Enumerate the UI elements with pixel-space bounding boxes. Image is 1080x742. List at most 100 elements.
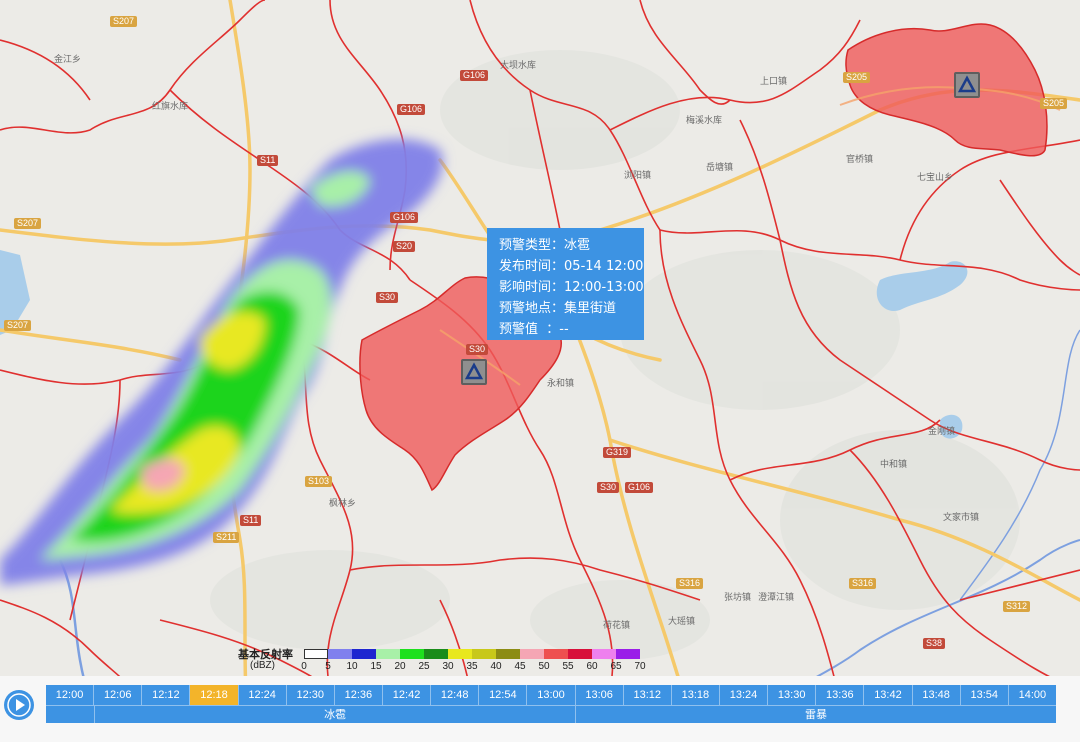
thunder-warning-marker[interactable] (954, 72, 980, 98)
road-label: S205 (843, 72, 871, 83)
legend-tick-label: 30 (442, 661, 454, 672)
legend-swatch (496, 649, 520, 659)
road-label: G106 (460, 70, 489, 81)
legend-tick-label: 50 (538, 661, 550, 672)
road-label: S30 (597, 482, 620, 493)
legend-swatch (424, 649, 448, 659)
road-label: S211 (213, 532, 240, 543)
road-label: G319 (603, 447, 632, 458)
timeline-slot[interactable]: 12:42 (383, 685, 432, 705)
popup-value: -- (559, 322, 569, 337)
timeline-slot[interactable]: 13:06 (576, 685, 624, 705)
place-label: 中和镇 (880, 460, 908, 470)
timeline-slot[interactable]: 12:54 (479, 685, 528, 705)
road-label: S207 (14, 218, 42, 229)
legend-tick-label: 5 (325, 661, 331, 672)
road-label: S30 (466, 344, 489, 355)
road-label: G106 (390, 212, 419, 223)
popup-value: 05-14 12:00 (564, 259, 644, 274)
popup-value: 12:00-13:00 (564, 280, 644, 295)
road-label: S11 (240, 515, 262, 526)
timeline-slot[interactable]: 12:24 (239, 685, 287, 705)
legend-tick-label: 40 (490, 661, 502, 672)
map-canvas[interactable]: S207 G106 G106 S11 S207 G106 S20 S30 S20… (0, 0, 1080, 742)
place-label: 文家市镇 (943, 513, 980, 523)
reflectivity-legend: 基本反射率 (dBZ) 0 5 10 15 20 25 30 35 40 45 50 55 60 65 70 (232, 646, 702, 676)
road-label: S316 (676, 578, 704, 589)
timeline-slot[interactable]: 12:06 (94, 685, 143, 705)
timeline-warning-type: 雷暴 (575, 706, 1056, 723)
legend-tick-label: 20 (394, 661, 406, 672)
warning-info-popup: 预警类型：冰雹 发布时间：05-14 12:00 影响时间：12:00-13:0… (487, 228, 644, 340)
hail-warning-marker[interactable] (461, 359, 487, 385)
popup-row-location: 预警地点：集里街道 (499, 298, 644, 319)
legend-swatch (544, 649, 568, 659)
place-label: 澄潭江镇 (758, 593, 795, 603)
timeline-slot[interactable]: 12:48 (431, 685, 480, 705)
timeline-slot[interactable]: 13:24 (720, 685, 769, 705)
road-label: G106 (625, 482, 654, 493)
timeline-slot[interactable]: 13:36 (816, 685, 865, 705)
place-label: 荷花镇 (603, 621, 631, 631)
place-label: 红旗水库 (152, 102, 189, 112)
timeline-type-row: 冰雹 雷暴 (46, 705, 1056, 723)
road-label: S20 (393, 241, 416, 252)
place-label: 官桥镇 (846, 155, 874, 165)
road-label: S30 (376, 292, 399, 303)
legend-unit: (dBZ) (250, 660, 275, 671)
legend-swatch (376, 649, 400, 659)
road-label: S312 (1003, 601, 1031, 612)
timeline-slot[interactable]: 12:12 (142, 685, 191, 705)
play-icon (7, 693, 31, 717)
legend-swatch (400, 649, 424, 659)
timeline-slot[interactable]: 13:48 (913, 685, 961, 705)
popup-key: 影响时间 (499, 280, 552, 295)
timeline-slot[interactable]: 12:18 (190, 685, 239, 705)
legend-tick-label: 35 (466, 661, 478, 672)
legend-tick-label: 60 (586, 661, 598, 672)
place-label: 大坝水库 (500, 61, 537, 71)
legend-swatch (592, 649, 616, 659)
road-label: S205 (1040, 98, 1068, 109)
legend-swatch (328, 649, 352, 659)
timeline-slot[interactable]: 12:36 (335, 685, 383, 705)
popup-row-impact-time: 影响时间：12:00-13:00 (499, 277, 644, 298)
popup-key: 预警值 (499, 322, 539, 337)
place-label: 张坊镇 (724, 593, 752, 603)
legend-swatch (472, 649, 496, 659)
road-label: S38 (923, 638, 946, 649)
triangle-icon (464, 362, 484, 380)
timeline-slot[interactable]: 13:12 (624, 685, 672, 705)
place-label: 七宝山乡 (917, 173, 954, 183)
road-label: S316 (849, 578, 877, 589)
play-button[interactable] (4, 690, 34, 720)
timeline-warning-type: 冰雹 (94, 706, 575, 723)
timeline-time-row: 12:00 12:06 12:12 12:18 12:24 12:30 12:36 12:42… (46, 685, 1056, 705)
timeline-slot[interactable]: 12:00 (46, 685, 95, 705)
timeline-slot[interactable]: 13:54 (961, 685, 1009, 705)
road-label: S11 (257, 155, 279, 166)
road-label: S103 (305, 476, 333, 487)
popup-row-value: 预警值 ：-- (499, 319, 644, 340)
legend-tick-label: 55 (562, 661, 574, 672)
legend-swatch (520, 649, 544, 659)
timeline-slot[interactable]: 13:42 (864, 685, 913, 705)
legend-swatch (448, 649, 472, 659)
popup-value: 冰雹 (564, 238, 591, 253)
legend-tick-label: 15 (370, 661, 382, 672)
timeline-slot[interactable]: 13:00 (527, 685, 576, 705)
popup-key: 发布时间 (499, 259, 552, 274)
popup-row-issue-time: 发布时间：05-14 12:00 (499, 256, 644, 277)
timeline-slot[interactable]: 13:30 (768, 685, 817, 705)
legend-tick-label: 25 (418, 661, 430, 672)
popup-value: 集里街道 (564, 301, 617, 316)
popup-row-type: 预警类型：冰雹 (499, 235, 644, 256)
timeline-slot[interactable]: 12:30 (287, 685, 335, 705)
timeline-slot[interactable]: 14:00 (1009, 685, 1056, 705)
triangle-icon (957, 75, 977, 93)
legend-tick-label: 0 (301, 661, 307, 672)
place-label: 大瑶镇 (668, 617, 696, 627)
road-label: S207 (4, 320, 32, 331)
timeline-slot[interactable]: 13:18 (672, 685, 720, 705)
legend-tick-label: 45 (514, 661, 526, 672)
